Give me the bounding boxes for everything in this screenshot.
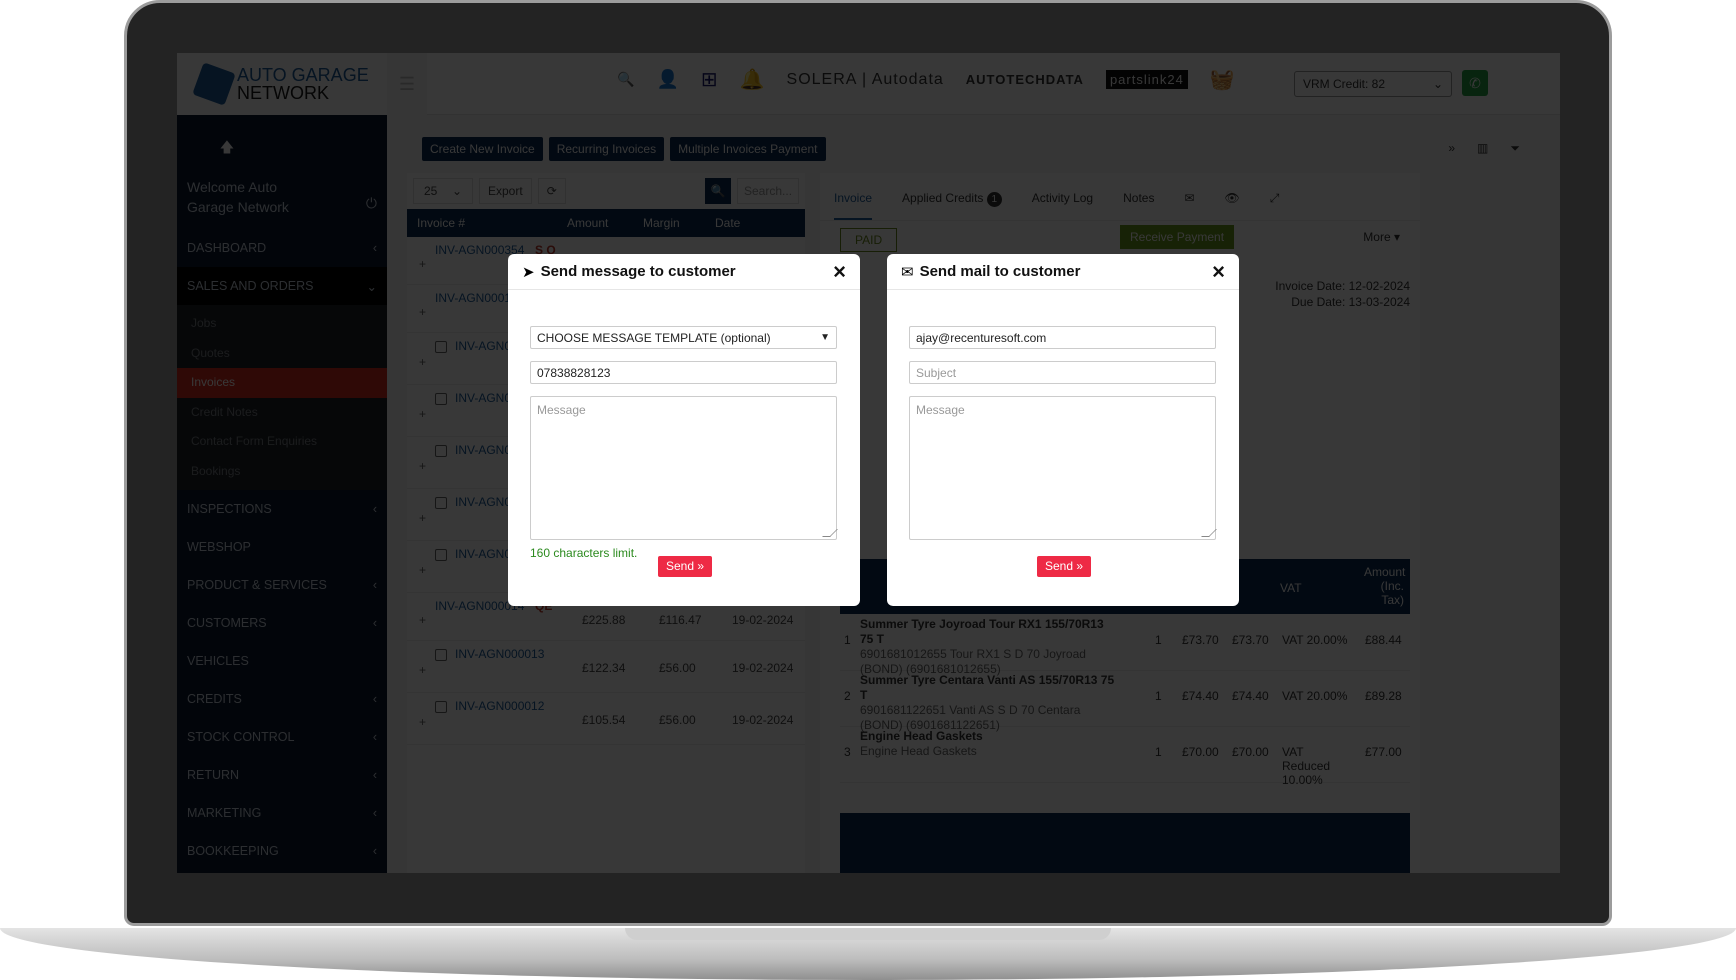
message-template-select[interactable]: CHOOSE MESSAGE TEMPLATE (optional) ▼ [530, 326, 837, 349]
close-icon[interactable]: × [833, 260, 846, 283]
phone-input[interactable]: 07838828123 [530, 361, 837, 384]
message-placeholder: Message [916, 403, 965, 417]
template-select-value: CHOOSE MESSAGE TEMPLATE (optional) [537, 331, 771, 345]
email-input[interactable]: ajay@recenturesoft.com [909, 326, 1216, 349]
message-placeholder: Message [537, 403, 586, 417]
send-mail-button[interactable]: Send » [1037, 556, 1092, 577]
chevron-down-icon: ▼ [820, 332, 830, 343]
close-icon[interactable]: × [1212, 260, 1225, 283]
paper-plane-icon: ➤ [522, 263, 535, 281]
laptop-notch [625, 928, 1111, 940]
screen: AUTO GARAGE NETWORK 🡅 Welcome Auto Garag… [177, 53, 1560, 873]
modal-title: Send mail to customer [919, 263, 1081, 280]
character-limit-note: 160 characters limit. [530, 546, 638, 560]
message-textarea[interactable]: Message [909, 396, 1217, 540]
envelope-icon: ✉ [901, 263, 914, 281]
message-textarea[interactable]: Message [530, 396, 838, 540]
laptop-base [0, 928, 1736, 980]
modal-title: Send message to customer [540, 263, 736, 280]
resize-handle[interactable] [1201, 529, 1217, 537]
send-mail-modal: ✉ Send mail to customer × ajay@recenture… [887, 254, 1239, 606]
send-message-modal: ➤ Send message to customer × CHOOSE MESS… [508, 254, 860, 606]
subject-input[interactable]: Subject [909, 361, 1216, 384]
modal-backdrop[interactable] [177, 53, 1560, 873]
send-sms-button[interactable]: Send » [658, 556, 713, 577]
resize-handle[interactable] [822, 529, 838, 537]
